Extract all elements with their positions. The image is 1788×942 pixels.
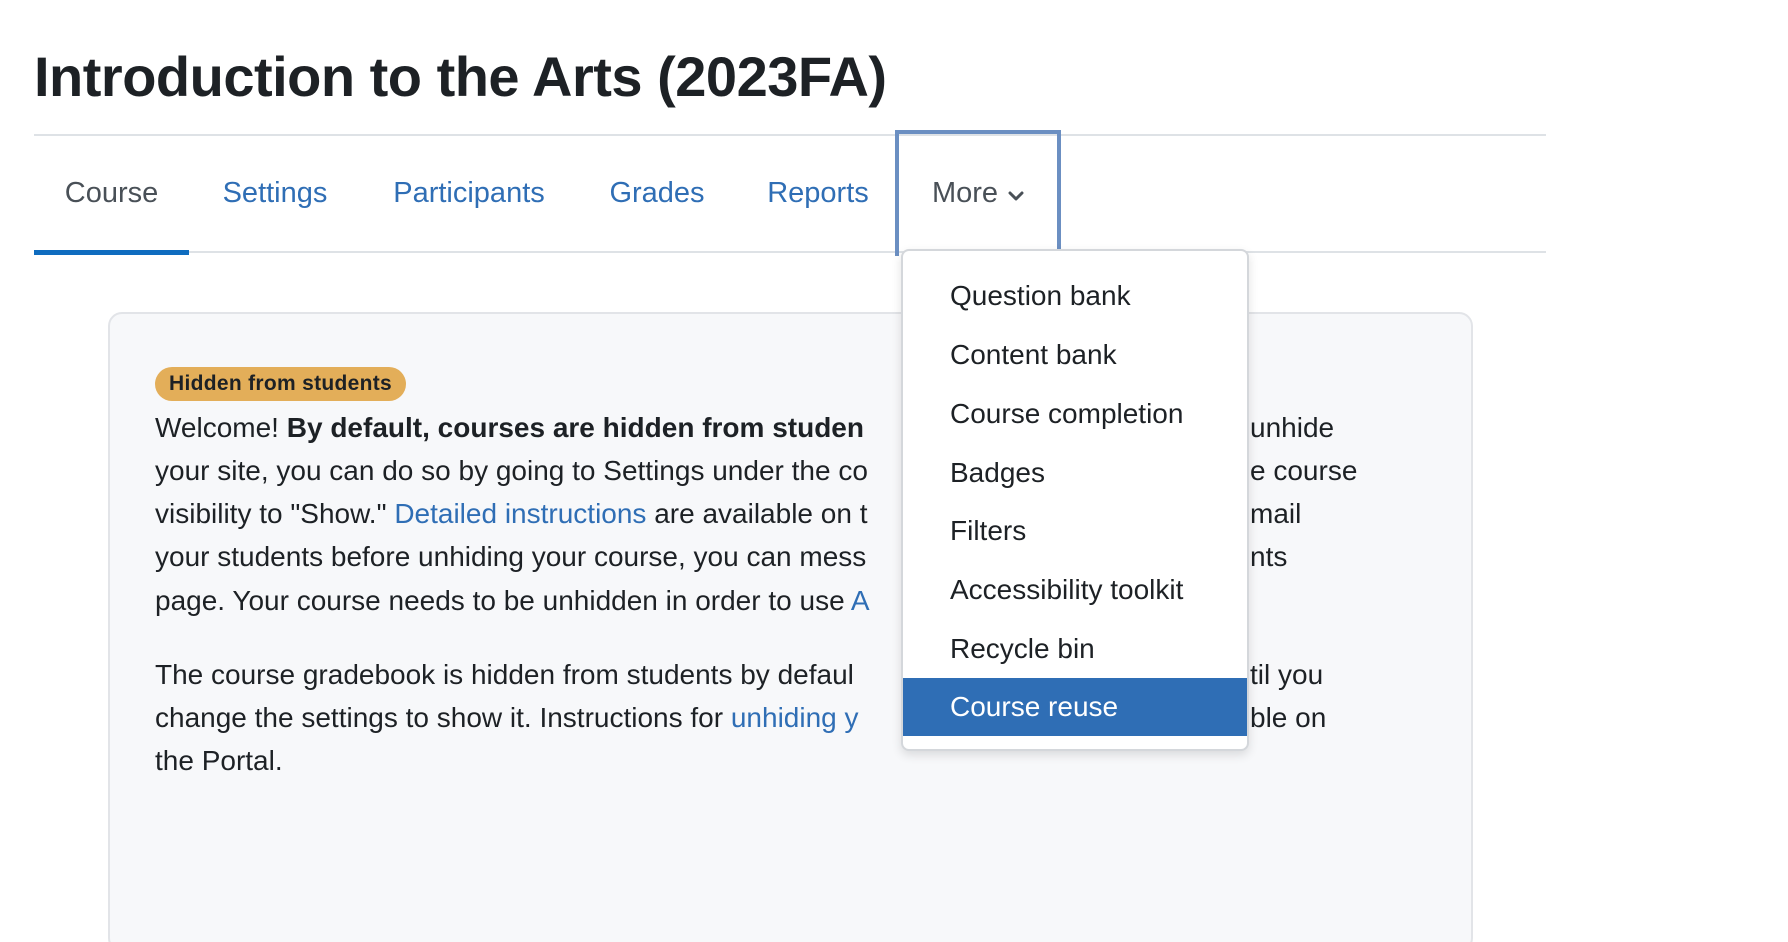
notice-line-tail: til you — [1250, 659, 1324, 690]
menu-item-badges[interactable]: Badges — [903, 444, 1247, 502]
text: change the settings to show it. Instruct… — [155, 702, 731, 733]
course-notice-card — [108, 312, 1473, 942]
notice-line-tail: e course — [1250, 455, 1358, 486]
emphasis-text: By default, courses are hidden from stud… — [286, 412, 864, 443]
more-dropdown-menu: Question bank Content bank Course comple… — [901, 249, 1249, 751]
menu-item-question-bank[interactable]: Question bank — [903, 267, 1247, 325]
notice-line: your students before unhiding your cours… — [155, 541, 867, 572]
notice-line: change the settings to show it. Instruct… — [155, 702, 859, 734]
notice-line: your site, you can do so by going to Set… — [155, 455, 868, 486]
tab-participants[interactable]: Participants — [361, 136, 577, 251]
notice-line-tail: unhide — [1250, 412, 1335, 443]
more-tab-focus-ring — [895, 130, 1061, 256]
accessibility-link[interactable]: A — [851, 585, 870, 616]
text: are available on t — [646, 498, 868, 529]
notice-line: The course gradebook is hidden from stud… — [155, 659, 854, 690]
tab-label: Course — [64, 177, 159, 209]
status-badge: Hidden from students — [155, 367, 407, 401]
menu-item-content-bank[interactable]: Content bank — [903, 326, 1247, 384]
text: visibility to "Show." — [155, 498, 395, 529]
notice-line-tail: nts — [1250, 541, 1288, 572]
menu-item-filters[interactable]: Filters — [903, 502, 1247, 560]
unhiding-gradebook-link[interactable]: unhiding y — [731, 702, 859, 733]
menu-item-accessibility-toolkit[interactable]: Accessibility toolkit — [903, 561, 1247, 619]
notice-line-tail: ble on — [1250, 702, 1327, 733]
menu-item-course-reuse[interactable]: Course reuse — [903, 678, 1247, 736]
text: Welcome! — [155, 412, 287, 443]
tab-grades[interactable]: Grades — [577, 136, 737, 251]
notice-line: visibility to "Show." Detailed instructi… — [155, 498, 867, 530]
notice-line: page. Your course needs to be unhidden i… — [155, 585, 870, 617]
page-title: Introduction to the Arts (2023FA) — [34, 45, 887, 108]
tab-reports[interactable]: Reports — [737, 136, 899, 251]
tab-label: Grades — [609, 177, 705, 209]
notice-line: Welcome! By default, courses are hidden … — [155, 412, 864, 444]
menu-item-recycle-bin[interactable]: Recycle bin — [903, 620, 1247, 678]
notice-line: the Portal. — [155, 745, 283, 776]
detailed-instructions-link[interactable]: Detailed instructions — [394, 498, 646, 529]
tab-label: Settings — [222, 177, 328, 209]
notice-line-tail: mail — [1250, 498, 1302, 529]
menu-item-course-completion[interactable]: Course completion — [903, 385, 1247, 443]
tab-label: Participants — [393, 177, 545, 209]
nav-bottom-divider — [34, 251, 1546, 253]
course-page: Introduction to the Arts (2023FA) Course… — [0, 0, 1788, 942]
tab-settings[interactable]: Settings — [189, 136, 361, 251]
tab-label: Reports — [767, 177, 869, 209]
tab-course[interactable]: Course — [34, 136, 189, 255]
text: page. Your course needs to be unhidden i… — [155, 585, 851, 616]
